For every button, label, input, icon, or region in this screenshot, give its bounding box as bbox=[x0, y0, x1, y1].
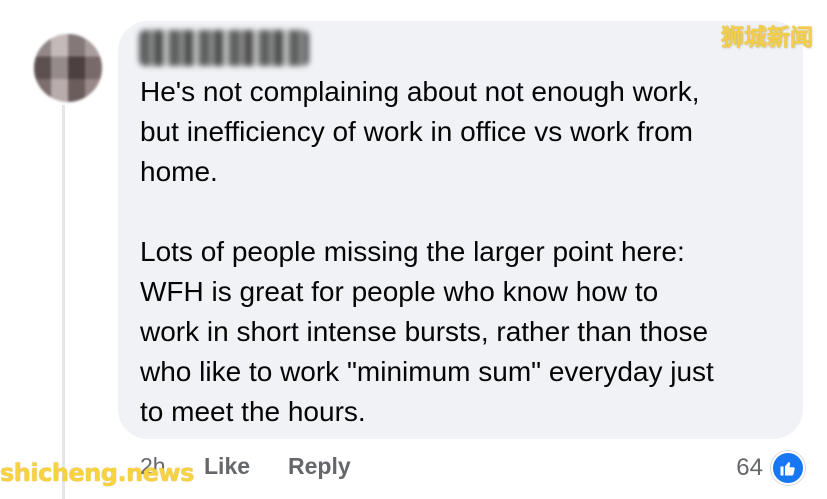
avatar[interactable] bbox=[34, 34, 102, 102]
watermark-text-bottom: shicheng.news bbox=[0, 459, 194, 487]
reply-button[interactable]: Reply bbox=[288, 453, 351, 480]
like-button[interactable]: Like bbox=[204, 453, 250, 480]
reaction-count: 64 bbox=[736, 454, 763, 481]
watermark-logo-top: 狮城新闻 bbox=[721, 25, 813, 51]
reaction-summary[interactable]: 64 bbox=[736, 451, 805, 485]
thumbs-up-icon bbox=[771, 451, 805, 485]
comment-text: He's not complaining about not enough wo… bbox=[140, 76, 714, 427]
author-name[interactable] bbox=[139, 30, 309, 66]
thread-line bbox=[62, 105, 65, 499]
